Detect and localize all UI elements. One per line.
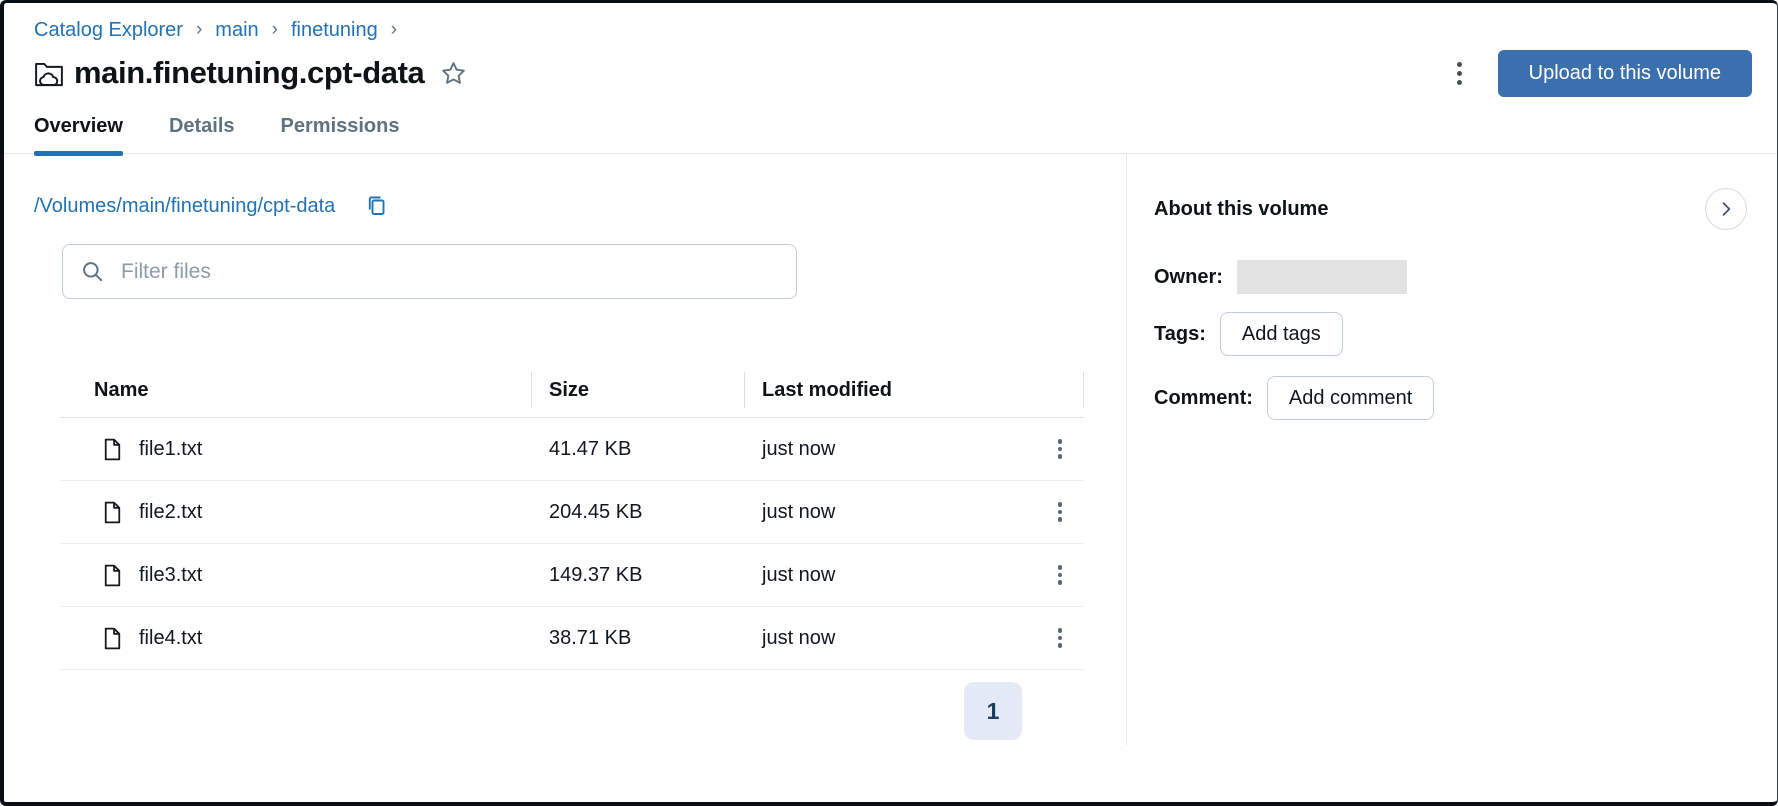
file-last-modified: just now bbox=[762, 563, 836, 586]
owner-value-redacted bbox=[1236, 260, 1407, 294]
row-kebab-menu-icon[interactable] bbox=[1046, 557, 1075, 593]
breadcrumb-catalog-explorer[interactable]: Catalog Explorer bbox=[34, 19, 183, 42]
file-size: 149.37 KB bbox=[549, 563, 643, 586]
file-icon bbox=[100, 500, 125, 525]
tab-details[interactable]: Details bbox=[169, 114, 235, 153]
about-volume-header: About this volume bbox=[1154, 188, 1747, 230]
column-header-size[interactable]: Size bbox=[532, 363, 745, 417]
volume-path-link[interactable]: /Volumes/main/finetuning/cpt-data bbox=[34, 195, 335, 218]
row-kebab-menu-icon[interactable] bbox=[1046, 494, 1075, 530]
breadcrumb-separator-icon: › bbox=[271, 18, 278, 40]
file-size: 204.45 KB bbox=[549, 500, 643, 523]
content-area: /Volumes/main/finetuning/cpt-data Filter… bbox=[4, 154, 1777, 802]
table-body: file1.txt 41.47 KB just now file2.txt 20… bbox=[60, 418, 1084, 670]
favorite-star-icon[interactable] bbox=[438, 58, 469, 89]
table-header-row: Name Size Last modified bbox=[60, 363, 1084, 418]
table-row[interactable]: file4.txt 38.71 KB just now bbox=[60, 607, 1084, 670]
file-name: file4.txt bbox=[139, 626, 203, 649]
breadcrumb-separator-icon: › bbox=[195, 18, 203, 40]
file-icon bbox=[100, 437, 125, 462]
breadcrumb-finetuning[interactable]: finetuning bbox=[291, 19, 378, 42]
filter-files-box bbox=[62, 244, 797, 299]
about-volume-panel: About this volume Owner: Tags: Add tags … bbox=[1126, 154, 1777, 802]
tags-row: Tags: Add tags bbox=[1154, 312, 1747, 356]
comment-label: Comment: bbox=[1154, 386, 1253, 409]
file-name: file1.txt bbox=[139, 437, 203, 460]
tags-label: Tags: bbox=[1154, 322, 1206, 345]
tab-overview[interactable]: Overview bbox=[34, 114, 123, 156]
breadcrumb-main[interactable]: main bbox=[215, 19, 258, 42]
file-name: file2.txt bbox=[139, 500, 203, 523]
pagination: 1 bbox=[60, 682, 1084, 740]
copy-path-icon[interactable] bbox=[363, 192, 391, 220]
volume-path-row: /Volumes/main/finetuning/cpt-data bbox=[34, 192, 1126, 220]
table-row[interactable]: file3.txt 149.37 KB just now bbox=[60, 544, 1084, 607]
tab-bar: Overview Details Permissions bbox=[4, 114, 1777, 156]
upload-to-volume-button[interactable]: Upload to this volume bbox=[1497, 49, 1752, 97]
owner-row: Owner: bbox=[1154, 260, 1747, 294]
collapse-panel-chevron-icon[interactable] bbox=[1705, 188, 1747, 230]
row-kebab-menu-icon[interactable] bbox=[1046, 431, 1075, 467]
app-window: Catalog Explorer › main › finetuning › m… bbox=[0, 0, 1778, 806]
file-name: file3.txt bbox=[139, 563, 203, 586]
files-panel: /Volumes/main/finetuning/cpt-data Filter… bbox=[4, 154, 1126, 802]
title-row: main.finetuning.cpt-data Upload to this … bbox=[34, 49, 1752, 97]
file-icon bbox=[100, 626, 125, 651]
page-title: main.finetuning.cpt-data bbox=[74, 55, 425, 90]
row-kebab-menu-icon[interactable] bbox=[1046, 620, 1075, 656]
add-tags-button[interactable]: Add tags bbox=[1219, 312, 1343, 356]
files-table: Name Size Last modified file1.txt 41.47 … bbox=[60, 363, 1084, 670]
add-comment-button[interactable]: Add comment bbox=[1266, 376, 1435, 420]
filter-files-input[interactable] bbox=[119, 258, 779, 285]
about-volume-heading: About this volume bbox=[1154, 197, 1329, 220]
file-last-modified: just now bbox=[762, 626, 836, 649]
volume-icon bbox=[34, 60, 64, 87]
table-row[interactable]: file1.txt 41.47 KB just now bbox=[60, 418, 1084, 481]
column-header-name[interactable]: Name bbox=[60, 363, 532, 417]
tab-permissions[interactable]: Permissions bbox=[281, 114, 400, 153]
file-size: 41.47 KB bbox=[549, 437, 632, 460]
column-header-last-modified[interactable]: Last modified bbox=[745, 363, 1084, 417]
file-last-modified: just now bbox=[762, 437, 836, 460]
file-last-modified: just now bbox=[762, 500, 836, 523]
file-size: 38.71 KB bbox=[549, 626, 632, 649]
comment-row: Comment: Add comment bbox=[1154, 376, 1747, 420]
page-1-button[interactable]: 1 bbox=[964, 682, 1022, 740]
search-icon bbox=[80, 259, 106, 285]
panel-divider bbox=[1126, 155, 1127, 745]
page-header: Catalog Explorer › main › finetuning › m… bbox=[4, 3, 1777, 156]
file-icon bbox=[100, 563, 125, 588]
header-kebab-menu-icon[interactable] bbox=[1447, 54, 1472, 93]
table-row[interactable]: file2.txt 204.45 KB just now bbox=[60, 481, 1084, 544]
breadcrumb-separator-icon: › bbox=[390, 18, 398, 40]
breadcrumb: Catalog Explorer › main › finetuning › bbox=[34, 19, 1752, 42]
owner-label: Owner: bbox=[1154, 265, 1223, 288]
